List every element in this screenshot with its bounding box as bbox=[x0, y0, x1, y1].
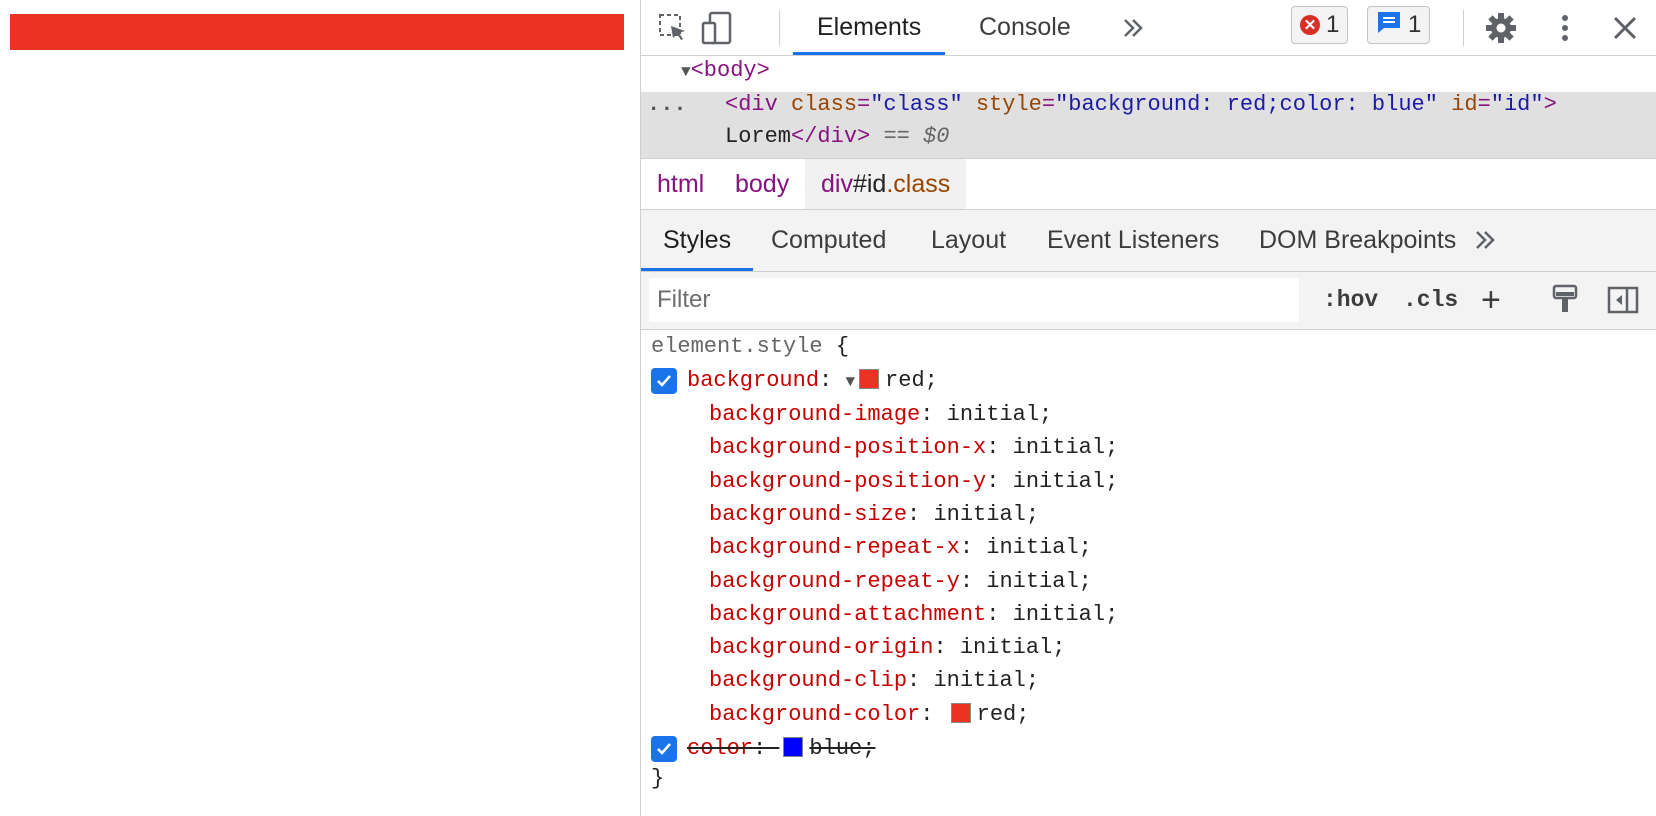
dom-tree: ▼<body> ... <div class="class" style="ba… bbox=[641, 56, 1656, 158]
div-node-open[interactable]: <div class="class" style="background: re… bbox=[725, 92, 1557, 117]
longhand-value: initial; bbox=[1012, 435, 1119, 461]
closing-brace: } bbox=[651, 766, 665, 791]
longhand-value: initial; bbox=[1012, 601, 1119, 627]
gear-icon[interactable] bbox=[1481, 8, 1521, 48]
device-toolbar-icon[interactable] bbox=[697, 8, 737, 48]
longhand-value: initial; bbox=[1012, 468, 1119, 494]
body-node[interactable]: ▼<body> bbox=[681, 58, 770, 83]
longhand-value: initial; bbox=[959, 635, 1066, 661]
inspect-element-icon[interactable] bbox=[653, 8, 693, 48]
paint-brush-icon[interactable] bbox=[1545, 280, 1585, 320]
longhand-value: initial; bbox=[946, 402, 1053, 427]
longhand-declaration: background-position-y: initial; bbox=[709, 468, 1119, 494]
element-style-rule: element.style { bbox=[651, 334, 850, 359]
longhand-value: initial; bbox=[933, 501, 1040, 527]
message-icon bbox=[1376, 10, 1402, 41]
longhand-property: background-clip bbox=[709, 668, 908, 694]
styles-filter-bar: :hov .cls + bbox=[641, 272, 1656, 330]
color-checkbox[interactable] bbox=[651, 736, 677, 762]
double-chevron-icon[interactable] bbox=[1465, 220, 1505, 260]
longhand-declaration: background-repeat-y: initial; bbox=[709, 568, 1092, 594]
color-declaration-overridden[interactable]: color: blue; bbox=[687, 736, 875, 761]
page-viewport bbox=[0, 0, 640, 816]
longhand-declaration: background-attachment: initial; bbox=[709, 601, 1119, 627]
longhand-declaration: background-origin: initial; bbox=[709, 635, 1066, 661]
longhand-declaration: background-clip: initial; bbox=[709, 668, 1040, 694]
color-swatch[interactable] bbox=[783, 737, 804, 757]
longhand-property: background-position-y bbox=[709, 468, 987, 494]
double-chevron-icon[interactable] bbox=[1113, 8, 1153, 48]
tab-dom-breakpoints[interactable]: DOM Breakpoints bbox=[1237, 210, 1478, 271]
longhand-value: initial; bbox=[986, 535, 1092, 561]
background-color-declaration: background-color: red; bbox=[709, 702, 1030, 727]
tab-event-listeners[interactable]: Event Listeners bbox=[1025, 210, 1241, 271]
red-div-element bbox=[10, 14, 624, 50]
longhand-value: initial; bbox=[933, 668, 1040, 694]
errors-badge[interactable]: ✕ 1 bbox=[1291, 6, 1349, 44]
longhand-value: initial; bbox=[986, 568, 1092, 594]
color-swatch[interactable] bbox=[859, 369, 880, 389]
filter-input[interactable] bbox=[649, 278, 1299, 322]
breadcrumb-div[interactable]: div#id.class bbox=[805, 159, 967, 209]
longhand-property: background-origin bbox=[709, 635, 934, 661]
toolbar-separator bbox=[1463, 10, 1464, 46]
longhand-property: background-position-x bbox=[709, 435, 987, 461]
devtools-panel: Elements Console ✕ 1 1 ▼<body> ... <div … bbox=[640, 0, 1656, 816]
tab-layout[interactable]: Layout bbox=[909, 210, 1028, 271]
div-node-content[interactable]: Lorem</div> == $0 bbox=[725, 124, 949, 149]
tab-elements[interactable]: Elements bbox=[793, 0, 946, 55]
expand-triangle-icon[interactable]: ▼ bbox=[845, 373, 855, 391]
longhand-declaration: background-repeat-x: initial; bbox=[709, 535, 1092, 561]
breadcrumb-body[interactable]: body bbox=[719, 159, 805, 209]
longhand-property: background-repeat-x bbox=[709, 535, 960, 561]
messages-count: 1 bbox=[1408, 11, 1422, 38]
color-swatch[interactable] bbox=[950, 703, 971, 723]
more-options-icon[interactable] bbox=[1545, 8, 1585, 48]
expand-triangle-icon[interactable]: ▼ bbox=[681, 63, 691, 81]
node-actions-ellipsis[interactable]: ... bbox=[647, 92, 687, 117]
longhand-declaration: background-position-x: initial; bbox=[709, 435, 1119, 461]
new-style-rule-button[interactable]: + bbox=[1481, 280, 1501, 320]
hov-button[interactable]: :hov bbox=[1323, 280, 1378, 320]
cls-button[interactable]: .cls bbox=[1403, 280, 1458, 320]
longhand-declaration: background-image: initial; bbox=[709, 402, 1053, 427]
longhand-declaration: background-size: initial; bbox=[709, 501, 1040, 527]
toolbar-separator bbox=[779, 10, 780, 46]
longhand-property: background-repeat-y bbox=[709, 568, 960, 594]
breadcrumb: html body div#id.class bbox=[641, 158, 1656, 210]
longhand-property: background-size bbox=[709, 501, 908, 527]
background-checkbox[interactable] bbox=[651, 368, 677, 394]
styles-pane: element.style { background: ▼ red; backgr… bbox=[641, 330, 1656, 816]
messages-badge[interactable]: 1 bbox=[1367, 6, 1431, 44]
close-icon[interactable] bbox=[1605, 8, 1645, 48]
tab-styles[interactable]: Styles bbox=[641, 210, 754, 271]
background-declaration[interactable]: background: ▼ red; bbox=[687, 368, 938, 393]
longhand-property: background-image bbox=[709, 402, 921, 427]
tab-computed[interactable]: Computed bbox=[749, 210, 908, 271]
error-icon: ✕ bbox=[1300, 15, 1320, 35]
tab-console[interactable]: Console bbox=[955, 0, 1095, 55]
styles-subtabs: Styles Computed Layout Event Listeners D… bbox=[641, 210, 1656, 272]
errors-count: 1 bbox=[1326, 11, 1340, 38]
breadcrumb-html[interactable]: html bbox=[641, 159, 720, 209]
devtools-toolbar: Elements Console ✕ 1 1 bbox=[641, 0, 1656, 56]
toggle-sidebar-icon[interactable] bbox=[1603, 280, 1643, 320]
longhand-property: background-attachment bbox=[709, 601, 987, 627]
